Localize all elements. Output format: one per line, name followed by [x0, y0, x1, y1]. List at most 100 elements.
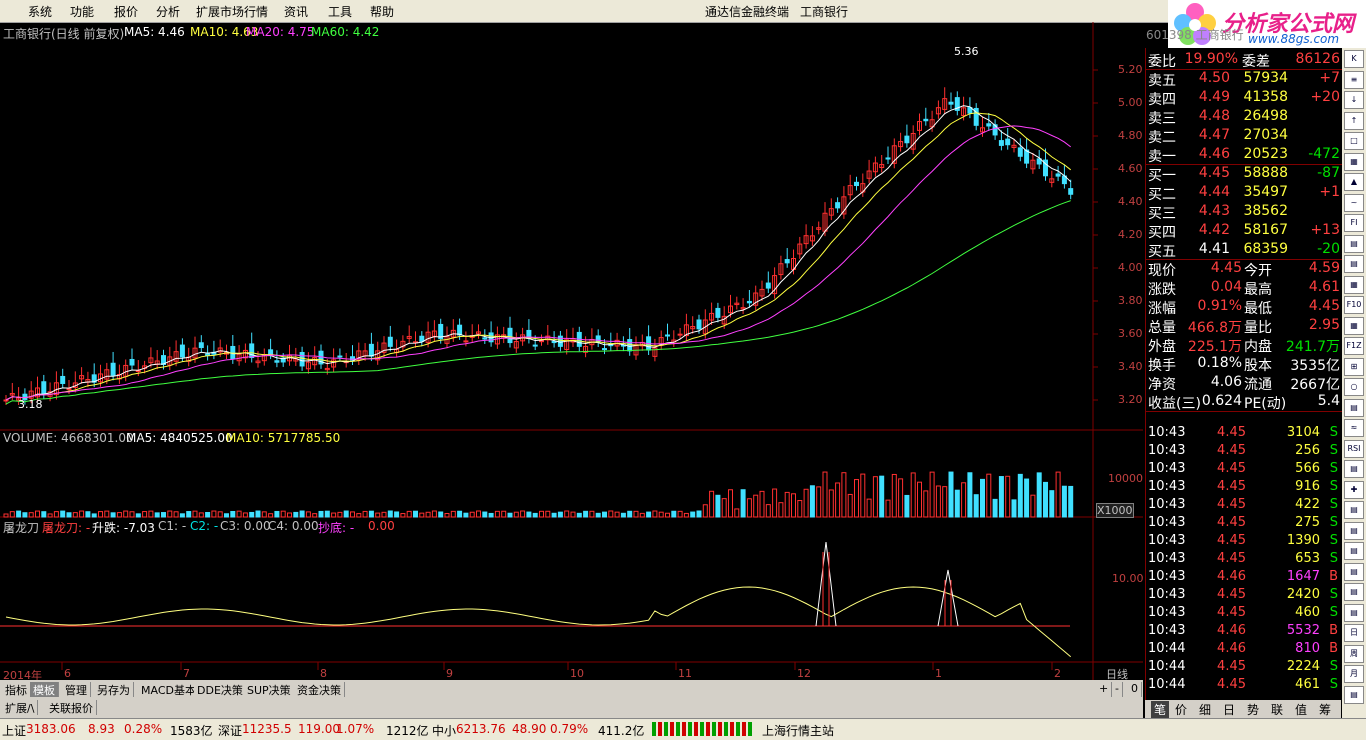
toolbar-icon-2[interactable]: ↓ [1344, 91, 1364, 109]
volume-bar [192, 510, 198, 518]
toolbar-icon-12[interactable]: F10 [1344, 296, 1364, 314]
volume-bar [595, 512, 601, 518]
price-axis-label: 4.40 [1118, 195, 1143, 208]
menu-item-4[interactable]: 扩展市场行情 [196, 3, 268, 20]
toolbar-icon-27[interactable]: ▤ [1344, 603, 1364, 622]
toolbar-icon-9[interactable]: ▤ [1344, 234, 1364, 253]
candle-body [299, 351, 305, 367]
toolbar-icon-1[interactable]: ≡ [1344, 70, 1364, 89]
toolbar-icon-11[interactable]: ▦ [1344, 275, 1364, 294]
tick-row-4: 10:43 4.45 422 S [1146, 496, 1342, 514]
volume-bar [551, 512, 557, 518]
toolbar-icon-29[interactable]: 周 [1344, 644, 1364, 663]
menu-item-6[interactable]: 工具 [328, 3, 352, 20]
detail-tab-1[interactable]: 价 [1175, 701, 1187, 718]
toolbar-icon-21[interactable]: ✚ [1344, 480, 1364, 499]
volume-bar [860, 473, 866, 518]
toolbar-icon-31[interactable]: ▤ [1344, 685, 1364, 704]
volume-bar [690, 511, 696, 518]
detail-tab-3[interactable]: 日 [1223, 701, 1235, 718]
toolbar-icon-6[interactable]: ▲ [1344, 173, 1364, 191]
candle-body [715, 307, 721, 318]
zoom-control-0[interactable]: + [1096, 682, 1113, 697]
toolbar-icon-15[interactable]: ⊞ [1344, 357, 1364, 376]
toolbar-icon-3[interactable]: ↑ [1344, 111, 1364, 130]
detail-tab-0[interactable]: 笔 [1151, 701, 1170, 718]
toolbar-icon-4[interactable]: □ [1344, 132, 1364, 150]
chart-stock-name: 工商银行(日线 前复权) [3, 27, 125, 41]
toolbar-icon-16[interactable]: ○ [1344, 378, 1364, 396]
toolbar-icon-30[interactable]: 月 [1344, 665, 1364, 683]
extend-tab-1[interactable]: 关联报价 [46, 700, 97, 715]
menu-item-5[interactable]: 资讯 [284, 3, 308, 20]
volume-bar [803, 488, 809, 518]
volume-bar [797, 500, 803, 518]
detail-tab-5[interactable]: 联 [1271, 701, 1283, 718]
volume-bar [79, 510, 85, 518]
volume-bar [438, 511, 444, 518]
toolbar-icon-0[interactable]: K [1344, 50, 1364, 68]
toolbar-icon-17[interactable]: ▤ [1344, 398, 1364, 417]
menu-item-0[interactable]: 系统 [28, 3, 52, 20]
candle-body [463, 340, 469, 343]
cell: 今开 [1244, 263, 1272, 279]
volume-bar [715, 494, 721, 518]
toolbar-icon-10[interactable]: ▤ [1344, 255, 1364, 273]
zoom-control-1[interactable]: - [1112, 682, 1123, 697]
indicator-tab-0[interactable]: 指标 [2, 682, 31, 697]
toolbar-icon-5[interactable]: ▦ [1344, 152, 1364, 171]
menu-item-3[interactable]: 分析 [156, 3, 180, 20]
toolbar-icon-24[interactable]: ▤ [1344, 542, 1364, 560]
cell: 58888 [1243, 165, 1288, 181]
indicator-tab-6[interactable]: SUP决策 [244, 682, 295, 697]
toolbar-icon-13[interactable]: ▦ [1344, 316, 1364, 335]
indicator-tab-4[interactable]: MACD基本 [138, 682, 200, 697]
volume-bar [116, 512, 122, 518]
volume-bar [665, 512, 670, 518]
toolbar-icon-19[interactable]: RSI [1344, 439, 1364, 458]
detail-tab-6[interactable]: 值 [1295, 701, 1307, 718]
quote-row-2: 涨幅 0.91% 最低 4.45 [1146, 297, 1342, 317]
toolbar-icon-26[interactable]: ▤ [1344, 583, 1364, 601]
candle-body [1055, 173, 1061, 177]
volume-bar [816, 486, 822, 518]
volume-bar [740, 489, 746, 518]
detail-tab-2[interactable]: 细 [1199, 701, 1211, 718]
kline-chart[interactable] [0, 22, 1143, 680]
toolbar-icon-20[interactable]: ▤ [1344, 460, 1364, 478]
toolbar-icon-28[interactable]: 日 [1344, 624, 1364, 642]
indicator-tab-7[interactable]: 资金决策 [294, 682, 345, 697]
volume-bar [646, 511, 652, 518]
indicator-tab-5[interactable]: DDE决策 [194, 682, 247, 697]
indicator-tab-3[interactable]: 另存为 [94, 682, 134, 697]
cell: 466.8万 [1187, 320, 1242, 336]
toolbar-icon-25[interactable]: ▤ [1344, 562, 1364, 581]
zx-percent: 0.79% [550, 722, 589, 736]
cell: 买一 [1148, 168, 1176, 184]
toolbar-icon-22[interactable]: ▤ [1344, 501, 1364, 519]
sh-amount: 1583亿 [170, 724, 213, 738]
volume-unit-label: X1000 [1096, 503, 1134, 518]
extend-tab-0[interactable]: 扩展/\ [2, 700, 39, 715]
menu-item-2[interactable]: 报价 [114, 3, 138, 20]
detail-tab-4[interactable]: 势 [1247, 701, 1259, 718]
tick-volume: 2420 [1286, 587, 1320, 602]
signal-peak-0 [815, 541, 837, 627]
indicator-tab-1[interactable]: 模板 [30, 682, 59, 697]
zoom-control-2[interactable]: 0 [1128, 682, 1142, 697]
high-price-mark: 5.36 [954, 45, 979, 58]
detail-tab-7[interactable]: 筹 [1319, 701, 1331, 718]
cell: 4.44 [1198, 184, 1230, 200]
toolbar-icon-8[interactable]: FI [1344, 214, 1364, 232]
toolbar-icon-18[interactable]: ≈ [1344, 419, 1364, 437]
tick-volume: 461 [1295, 677, 1320, 692]
toolbar-icon-14[interactable]: F1Z [1344, 337, 1364, 355]
toolbar-icon-7[interactable]: ~ [1344, 193, 1364, 212]
menu-item-7[interactable]: 帮助 [370, 3, 394, 20]
toolbar-icon-23[interactable]: ▤ [1344, 521, 1364, 540]
menu-item-1[interactable]: 功能 [70, 3, 94, 20]
volume-bar [1036, 472, 1042, 518]
candle-body [1017, 147, 1023, 157]
volume-bar [583, 510, 589, 518]
indicator-tab-2[interactable]: 管理 [62, 682, 91, 697]
